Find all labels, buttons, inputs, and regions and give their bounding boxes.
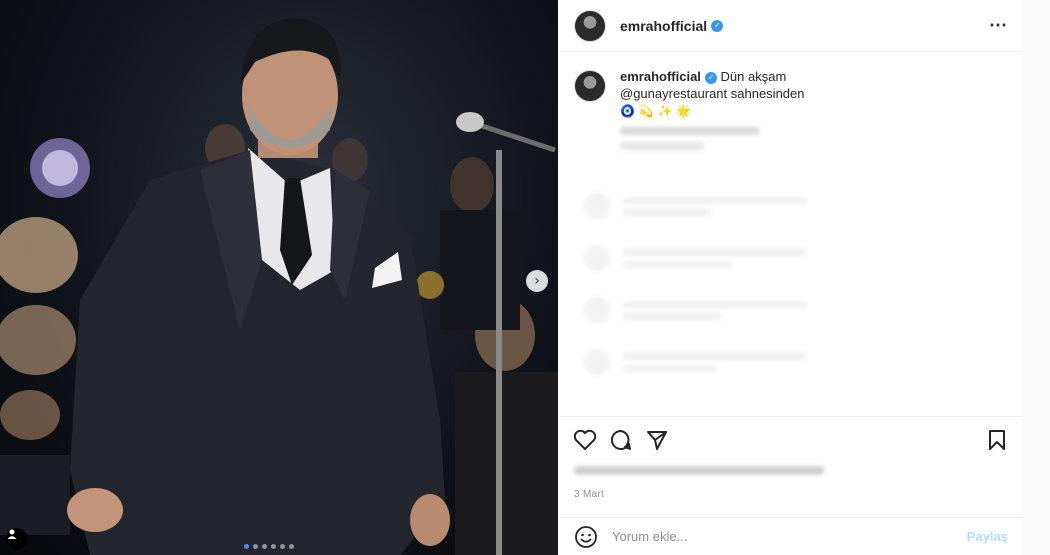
post-actions	[560, 416, 1022, 462]
stage-photo-illustration	[0, 18, 558, 555]
username-link[interactable]: emrahofficial	[620, 18, 707, 34]
avatar	[584, 193, 610, 219]
carousel-dot	[280, 544, 285, 549]
verified-badge-icon: ✓	[711, 19, 724, 32]
avatar	[584, 349, 610, 375]
caption-avatar[interactable]	[574, 70, 606, 102]
comment-button[interactable]	[608, 427, 634, 453]
post-header: emrahofficial ✓ ⋯	[560, 0, 1022, 52]
chevron-right-icon: ›	[534, 273, 540, 289]
carousel-dot	[289, 544, 294, 549]
share-icon	[647, 430, 667, 450]
avatar	[584, 245, 610, 271]
post-photo[interactable]: ›	[0, 0, 558, 555]
avatar	[584, 297, 610, 323]
like-button[interactable]	[572, 427, 598, 453]
save-button[interactable]	[984, 427, 1010, 453]
post-comment-button[interactable]: Paylaş	[967, 529, 1008, 544]
bookmark-icon	[989, 429, 1005, 450]
post-side-panel: emrahofficial ✓ ⋯ emrahofficial ✓ Dün akş…	[560, 0, 1022, 555]
caption: emrahofficial ✓ Dün akşam @gunayrestauran…	[560, 52, 1022, 150]
carousel-dot	[262, 544, 267, 549]
likes-blurred-text	[574, 466, 824, 475]
list-item	[560, 180, 1022, 232]
page-background-edge	[1022, 0, 1050, 555]
caption-line-1: Dün akşam	[720, 69, 787, 84]
list-item	[560, 232, 1022, 284]
carousel-dot	[253, 544, 258, 549]
caption-blurred-text	[620, 127, 760, 135]
user-tag-button[interactable]	[6, 528, 28, 550]
comments-list	[560, 180, 1022, 416]
carousel-next-button[interactable]: ›	[526, 270, 548, 292]
avatar[interactable]	[574, 9, 606, 42]
carousel-dot	[244, 544, 249, 549]
comment-input[interactable]	[612, 529, 959, 544]
list-item	[560, 284, 1022, 336]
likes-summary[interactable]	[574, 466, 824, 475]
share-button[interactable]	[644, 427, 670, 453]
post-date[interactable]: 3 Mart	[574, 489, 604, 500]
caption-line-2[interactable]: @gunayrestaurant sahnesinden	[620, 86, 805, 101]
smile-icon[interactable]	[574, 525, 598, 549]
user-tag-icon	[7, 529, 17, 539]
heart-icon	[573, 429, 597, 450]
comment-icon	[610, 429, 631, 450]
caption-emojis: 🧿 💫 ✨ 🌟	[620, 104, 692, 118]
list-item	[560, 336, 1022, 388]
more-options-button[interactable]: ⋯	[989, 15, 1008, 36]
carousel-dots	[244, 544, 294, 549]
carousel-dot	[271, 544, 276, 549]
caption-blurred-meta	[620, 142, 705, 150]
caption-username[interactable]: emrahofficial	[620, 69, 701, 84]
caption-text: emrahofficial ✓ Dün akşam @gunayrestauran…	[620, 68, 850, 150]
verified-badge-icon: ✓	[704, 71, 717, 84]
add-comment-bar: Paylaş	[560, 517, 1022, 555]
